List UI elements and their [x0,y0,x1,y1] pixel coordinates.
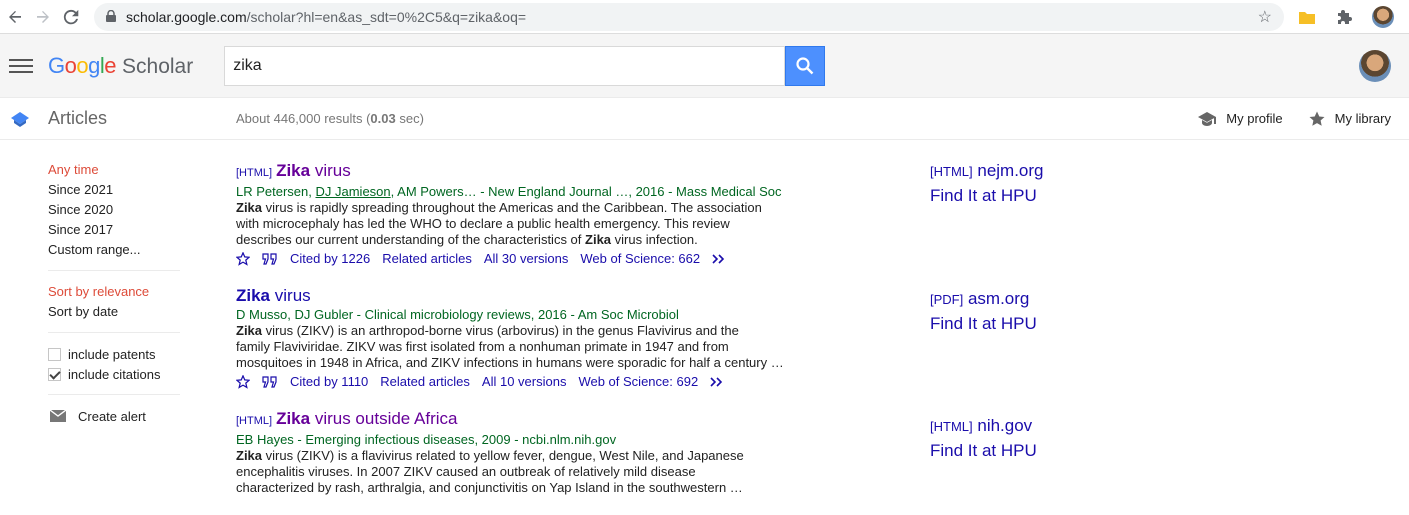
envelope-icon [50,410,66,422]
web-of-science-link[interactable]: Web of Science: 662 [580,251,700,266]
fulltext-links: [HTML] nih.gov Find It at HPU [930,415,1130,462]
time-filter-2021[interactable]: Since 2021 [48,180,180,200]
related-articles-link[interactable]: Related articles [382,251,472,266]
search-query: zika [233,56,262,74]
account-avatar[interactable] [1359,49,1391,82]
more-chevron-icon[interactable] [710,376,724,387]
bookmark-star-icon[interactable]: ☆ [1258,7,1272,27]
cite-quote-icon[interactable] [262,375,278,388]
sort-relevance[interactable]: Sort by relevance [48,282,180,302]
address-bar[interactable]: scholar.google.com/scholar?hl=en&as_sdt=… [94,2,1284,31]
folder-extension-icon[interactable] [1292,10,1322,24]
divider [48,394,180,395]
find-it-link[interactable]: Find It at HPU [930,185,1130,207]
time-filter-2017[interactable]: Since 2017 [48,220,180,240]
back-button[interactable] [2,4,28,30]
time-filter-2020[interactable]: Since 2020 [48,200,180,220]
result-snippet: Zika virus (ZIKV) is an arthropod-borne … [236,323,784,370]
result-item: Zika virus D Musso, DJ Gubler - Clinical… [236,285,796,389]
cited-by-link[interactable]: Cited by 1226 [290,251,370,266]
articles-cap-icon [11,111,29,127]
google-scholar-logo[interactable]: Google Scholar [48,53,193,79]
fulltext-source-link[interactable]: [HTML] nih.gov [930,415,1130,438]
search-button[interactable] [785,45,826,86]
result-title-link[interactable]: [HTML] Zika virus outside Africa [236,408,796,432]
scholar-header: Google Scholar zika [0,34,1409,98]
result-item: [HTML] Zika virus LR Petersen, DJ Jamieso… [236,160,796,266]
web-of-science-link[interactable]: Web of Science: 692 [578,374,698,389]
checkbox-unchecked [48,347,61,361]
browser-profile-avatar[interactable] [1368,5,1398,28]
result-title-link[interactable]: [HTML] Zika virus [236,160,796,184]
cited-by-link[interactable]: Cited by 1110 [290,374,368,389]
search-icon [796,56,814,74]
all-versions-link[interactable]: All 10 versions [482,374,567,389]
all-versions-link[interactable]: All 30 versions [484,251,569,266]
include-patents-checkbox[interactable]: include patents [48,344,180,364]
checkbox-checked [48,367,61,381]
result-authors: LR Petersen, DJ Jamieson, AM Powers… - N… [236,184,782,199]
result-footer: Cited by 1110 Related articles All 10 ve… [236,374,796,389]
arrow-left-icon [9,10,21,23]
reload-button[interactable] [58,4,84,30]
url-path: /scholar?hl=en&as_sdt=0%2C5&q=zika&oq= [246,8,527,25]
cite-quote-icon[interactable] [262,252,278,265]
result-snippet: Zika virus is rapidly spreading througho… [236,200,762,247]
my-library-link[interactable]: My library [1309,111,1391,127]
more-chevron-icon[interactable] [712,253,726,264]
star-icon [1309,111,1325,126]
graduation-cap-icon [1198,111,1217,126]
find-it-link[interactable]: Find It at HPU [930,440,1130,462]
result-authors: EB Hayes - Emerging infectious diseases,… [236,432,617,447]
result-item: [HTML] Zika virus outside Africa EB Hayes… [236,408,796,496]
arrow-right-icon [37,10,49,23]
time-filter-custom[interactable]: Custom range... [48,240,180,260]
time-filter-any[interactable]: Any time [48,160,180,180]
lock-icon [106,9,116,25]
articles-menu[interactable]: Articles [48,108,107,129]
sort-date[interactable]: Sort by date [48,302,180,322]
extensions-puzzle-icon[interactable] [1330,9,1360,25]
url-host: scholar.google.com [126,8,247,25]
result-title-link[interactable]: Zika virus [236,285,796,307]
result-footer: Cited by 1226 Related articles All 30 ve… [236,251,796,266]
results-list: [HTML] Zika virus LR Petersen, DJ Jamieso… [236,160,796,515]
fulltext-source-link[interactable]: [HTML] nejm.org [930,160,1130,183]
fulltext-links: [HTML] nejm.org Find It at HPU [930,160,1130,207]
google-logo-text: Google [48,52,117,78]
result-snippet: Zika virus (ZIKV) is a flavivirus relate… [236,448,744,495]
find-it-link[interactable]: Find It at HPU [930,313,1130,335]
search-input[interactable]: zika [224,45,786,86]
scholar-subheader: Articles About 446,000 results (0.03 sec… [0,98,1409,140]
include-citations-checkbox[interactable]: include citations [48,364,180,384]
forward-button[interactable] [30,4,56,30]
divider [48,270,180,271]
fulltext-source-link[interactable]: [PDF] asm.org [930,288,1130,311]
browser-toolbar: scholar.google.com/scholar?hl=en&as_sdt=… [0,0,1409,34]
divider [48,332,180,333]
save-star-icon[interactable] [236,374,250,389]
author-link[interactable]: DJ Jamieson [316,184,391,199]
reload-icon [63,9,79,24]
scholar-logo-text: Scholar [122,54,194,78]
result-authors: D Musso, DJ Gubler - Clinical microbiolo… [236,307,679,322]
hamburger-menu-icon[interactable] [9,55,33,77]
create-alert-link[interactable]: Create alert [50,406,180,426]
save-star-icon[interactable] [236,251,250,266]
fulltext-links: [PDF] asm.org Find It at HPU [930,288,1130,335]
result-stats: About 446,000 results (0.03 sec) [236,111,424,126]
filter-sidebar: Any time Since 2021 Since 2020 Since 201… [48,160,180,426]
my-profile-link[interactable]: My profile [1198,111,1283,126]
related-articles-link[interactable]: Related articles [380,374,470,389]
